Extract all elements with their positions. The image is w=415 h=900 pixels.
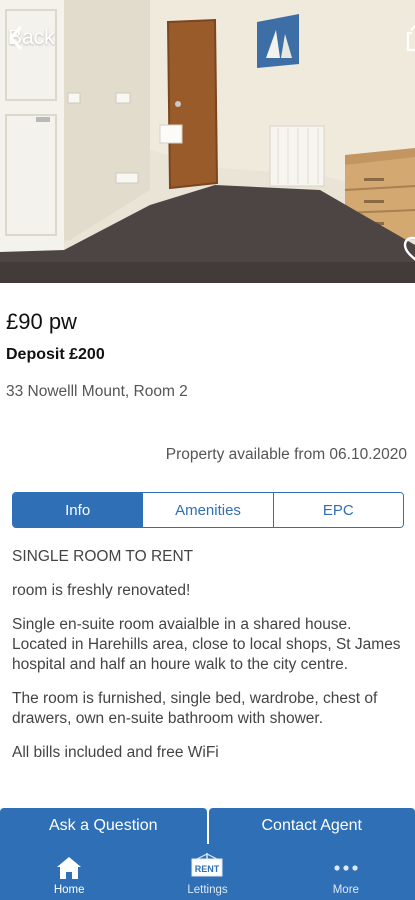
detail-tabs: Info Amenities EPC: [12, 492, 404, 528]
nav-label-home: Home: [53, 884, 85, 896]
description-paragraph: room is freshly renovated!: [12, 582, 191, 599]
rent-sign-icon: RENT: [191, 853, 223, 877]
listing-description: SINGLE ROOM TO RENT room is freshly reno…: [12, 547, 408, 804]
availability-date: Property available from 06.10.2020: [165, 446, 407, 463]
nav-item-lettings[interactable]: RENT Lettings: [138, 844, 276, 900]
description-paragraph: SINGLE ROOM TO RENT: [12, 548, 194, 565]
nav-item-more[interactable]: More: [277, 844, 415, 900]
tab-epc[interactable]: EPC: [272, 493, 403, 527]
description-paragraph: The room is furnished, single bed, wardr…: [12, 690, 378, 727]
tab-info[interactable]: Info: [13, 493, 143, 527]
property-photo[interactable]: Back: [0, 0, 415, 283]
description-paragraph: All bills included and free WiFi: [12, 744, 219, 761]
nav-item-home[interactable]: Home: [0, 844, 138, 900]
action-bar: Ask a Question Contact Agent: [0, 808, 415, 844]
heart-icon: [403, 236, 415, 261]
back-button[interactable]: Back: [8, 26, 55, 50]
rent-sign-text: RENT: [195, 864, 220, 874]
share-icon: [406, 24, 415, 52]
nav-label-lettings: Lettings: [187, 884, 228, 896]
description-paragraph: Single en-suite room avaialble in a shar…: [12, 616, 401, 673]
tab-amenities[interactable]: Amenities: [142, 493, 273, 527]
ask-question-button[interactable]: Ask a Question: [0, 808, 207, 844]
room-photo-illustration: [0, 0, 415, 283]
listing-deposit: Deposit £200: [6, 346, 105, 363]
more-dots-icon: [334, 865, 358, 871]
contact-agent-button[interactable]: Contact Agent: [208, 808, 415, 844]
listing-address: 33 Nowelll Mount, Room 2: [6, 383, 188, 400]
bottom-navigation: Home RENT Lettings More: [0, 844, 415, 900]
chevron-left-icon: [9, 26, 22, 50]
nav-label-more: More: [332, 884, 359, 896]
listing-price: £90 pw: [6, 309, 77, 334]
home-icon: [57, 857, 82, 879]
